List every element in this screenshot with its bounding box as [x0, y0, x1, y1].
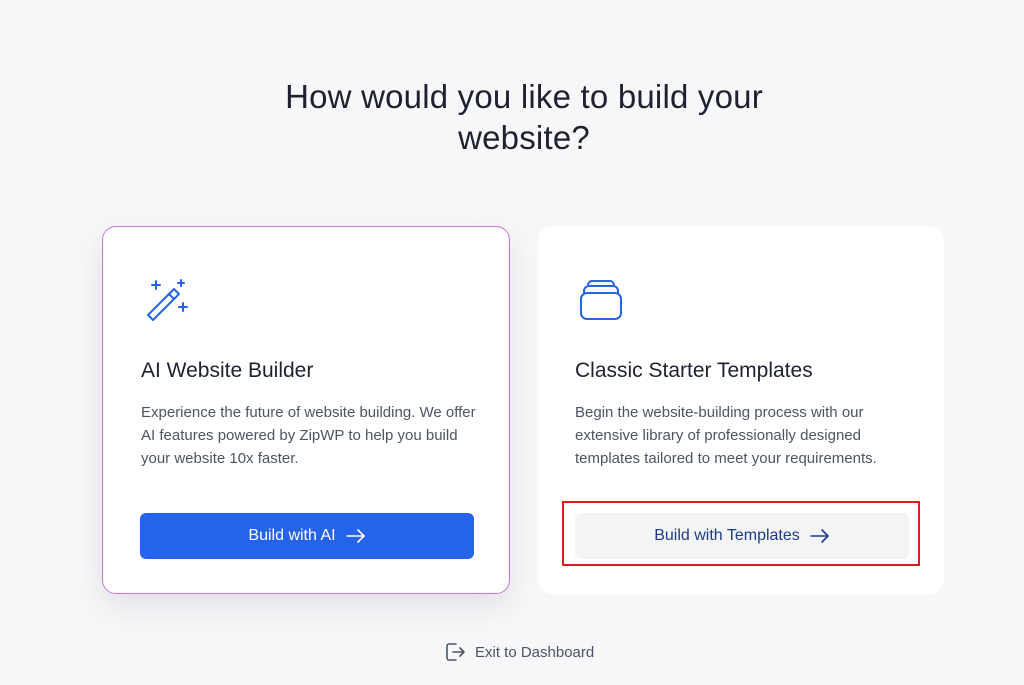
- classic-templates-card[interactable]: Classic Starter Templates Begin the webs…: [538, 226, 944, 594]
- exit-icon: [446, 643, 465, 661]
- ai-builder-card[interactable]: AI Website Builder Experience the future…: [102, 226, 510, 594]
- ai-builder-title: AI Website Builder: [141, 359, 314, 382]
- build-with-ai-label: Build with AI: [248, 527, 336, 544]
- exit-to-dashboard-link[interactable]: Exit to Dashboard: [444, 641, 594, 663]
- classic-templates-title: Classic Starter Templates: [575, 359, 813, 382]
- classic-templates-description: Begin the website-building process with …: [575, 404, 877, 467]
- magic-wand-icon: [147, 279, 188, 321]
- arrow-right-icon: [809, 529, 829, 543]
- page: How would you like to build your website…: [0, 0, 1024, 685]
- page-title: How would you like to build your website…: [285, 78, 763, 156]
- templates-stack-icon: [580, 280, 622, 320]
- build-with-templates-button[interactable]: Build with Templates: [575, 513, 909, 559]
- exit-to-dashboard-label: Exit to Dashboard: [475, 643, 595, 661]
- build-with-ai-button[interactable]: Build with AI: [140, 513, 474, 559]
- ai-builder-description: Experience the future of website buildin…: [141, 404, 476, 467]
- arrow-right-icon: [345, 529, 365, 543]
- build-with-templates-label: Build with Templates: [654, 527, 800, 544]
